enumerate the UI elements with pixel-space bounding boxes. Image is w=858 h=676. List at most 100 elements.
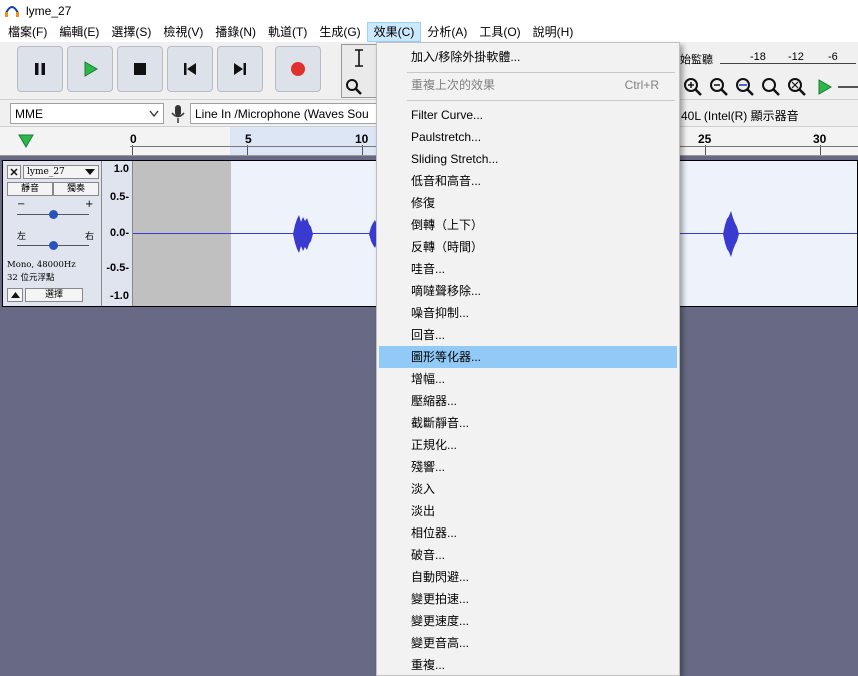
close-track-button[interactable] — [7, 165, 21, 179]
pin-playhead-icon[interactable] — [17, 133, 35, 149]
play-button[interactable] — [67, 46, 113, 92]
solo-button[interactable]: 獨奏 — [53, 182, 99, 196]
close-icon — [10, 168, 18, 176]
menu-item-compressor[interactable]: 壓縮器... — [379, 390, 677, 412]
menu-transport[interactable]: 播錄(N) — [209, 22, 262, 42]
speed-slider[interactable] — [838, 86, 858, 88]
menu-item-reverb[interactable]: 殘響... — [379, 456, 677, 478]
menu-item-click-removal[interactable]: 嘀噠聲移除... — [379, 280, 677, 302]
stop-icon — [134, 63, 146, 75]
skip-start-icon — [184, 63, 196, 75]
menu-item-fade-in[interactable]: 淡入 — [379, 478, 677, 500]
pause-button[interactable] — [17, 46, 63, 92]
menu-view[interactable]: 檢視(V) — [157, 22, 209, 42]
menu-tools[interactable]: 工具(O) — [473, 22, 526, 42]
fit-project-icon[interactable] — [761, 77, 781, 97]
meter-tick-6: -6 — [828, 51, 838, 63]
menu-item-distortion[interactable]: 破音... — [379, 544, 677, 566]
chevron-down-icon — [149, 110, 159, 118]
audio-host-select[interactable]: MME — [10, 103, 164, 124]
solo-label: 獨奏 — [66, 184, 85, 194]
menu-item-repeat[interactable]: 重複... — [379, 654, 677, 676]
triangle-up-icon — [10, 292, 20, 298]
track-info-bitdepth: 32 位元浮點 — [7, 273, 55, 283]
scale-label: -1.0 — [110, 290, 129, 302]
menu-item-phaser[interactable]: 相位器... — [379, 522, 677, 544]
zoom-out-icon[interactable] — [709, 77, 729, 97]
zoom-in-icon[interactable] — [683, 77, 703, 97]
menu-analyze[interactable]: 分析(A) — [421, 22, 473, 42]
menu-separator — [407, 100, 675, 101]
menu-item-paulstretch[interactable]: Paulstretch... — [379, 126, 677, 148]
menu-item-bass-treble[interactable]: 低音和高音... — [379, 170, 677, 192]
menu-item-wahwah[interactable]: 哇音... — [379, 258, 677, 280]
stop-button[interactable] — [117, 46, 163, 92]
menu-item-normalize[interactable]: 正規化... — [379, 434, 677, 456]
meter-tick-12: -12 — [788, 51, 804, 63]
menu-generate[interactable]: 生成(G) — [313, 22, 366, 42]
track-info-format: Mono, 48000Hz — [7, 260, 76, 270]
skip-to-end-button[interactable] — [217, 46, 263, 92]
menu-item-fade-out[interactable]: 淡出 — [379, 500, 677, 522]
meter-scale-line — [720, 63, 856, 64]
menu-item-invert[interactable]: 倒轉（上下） — [379, 214, 677, 236]
playback-device-value[interactable]: 40L (Intel(R) 顯示器音 — [681, 107, 799, 124]
menu-file[interactable]: 檔案(F) — [2, 22, 53, 42]
gain-minus-label: − — [17, 199, 26, 210]
menu-help[interactable]: 說明(H) — [527, 22, 580, 42]
menu-item-shortcut: Ctrl+R — [624, 78, 659, 92]
menu-item-repeat-last-effect[interactable]: 重複上次的效果 Ctrl+R — [379, 74, 677, 96]
track-control-panel: lyme_27 靜音 獨奏 − + 左 右 Mono, 48000Hz 32 位… — [3, 161, 102, 306]
track-name: lyme_27 — [27, 167, 65, 177]
menu-item-change-tempo[interactable]: 變更拍速... — [379, 588, 677, 610]
menu-item-auto-duck[interactable]: 自動閃避... — [379, 566, 677, 588]
zoom-meter-area: 始監聽 -18 -12 -6 — [678, 44, 858, 98]
menu-item-label: 重複上次的效果 — [411, 78, 496, 92]
zoom-tool-icon[interactable] — [345, 78, 363, 96]
fit-selection-icon[interactable] — [735, 77, 755, 97]
menu-item-reverse[interactable]: 反轉（時間） — [379, 236, 677, 258]
zoom-toggle-icon[interactable] — [787, 77, 807, 97]
menu-item-noise-reduction[interactable]: 噪音抑制... — [379, 302, 677, 324]
menu-item-truncate-silence[interactable]: 截斷靜音... — [379, 412, 677, 434]
scale-label: 1.0 — [113, 163, 129, 175]
skip-to-start-button[interactable] — [167, 46, 213, 92]
menu-item-amplify[interactable]: 增幅... — [379, 368, 677, 390]
menu-item-graphic-eq[interactable]: 圖形等化器... — [379, 346, 677, 368]
scale-label: 0.0- — [110, 227, 129, 239]
ruler-label-5: 5 — [245, 132, 252, 146]
menu-select[interactable]: 選擇(S) — [105, 22, 157, 42]
menu-tracks[interactable]: 軌道(T) — [262, 22, 313, 42]
menu-item-change-pitch[interactable]: 變更音高... — [379, 632, 677, 654]
pan-right-label: 右 — [85, 232, 95, 242]
recording-device-select[interactable]: Line In /Microphone (Waves Sou — [190, 103, 380, 124]
play-at-speed-icon[interactable] — [816, 78, 834, 96]
monitor-label[interactable]: 始監聽 — [680, 51, 713, 67]
menu-effect[interactable]: 效果(C) — [366, 22, 422, 42]
play-icon — [84, 61, 98, 77]
meter-tick-18: -18 — [750, 51, 766, 63]
ruler-label-0: 0 — [130, 132, 137, 146]
window-title: lyme_27 — [26, 4, 72, 18]
effects-dropdown-menu: 加入/移除外掛軟體... 重複上次的效果 Ctrl+R Filter Curve… — [376, 42, 680, 676]
collapse-track-button[interactable] — [7, 288, 23, 302]
menu-item-sliding-stretch[interactable]: Sliding Stretch... — [379, 148, 677, 170]
amplitude-scale[interactable]: 1.0 0.5- 0.0- -0.5- -1.0 — [102, 161, 133, 306]
select-track-button[interactable]: 選擇 — [25, 288, 83, 302]
mute-button[interactable]: 靜音 — [7, 182, 53, 196]
pan-slider-thumb[interactable] — [49, 241, 58, 250]
menu-item-filter-curve[interactable]: Filter Curve... — [379, 104, 677, 126]
selection-tool-icon[interactable] — [352, 49, 366, 67]
skip-end-icon — [234, 63, 246, 75]
menu-item-echo[interactable]: 回音... — [379, 324, 677, 346]
gain-slider-thumb[interactable] — [49, 210, 58, 219]
menu-item-add-remove-plugins[interactable]: 加入/移除外掛軟體... — [379, 46, 677, 68]
pause-icon — [35, 63, 45, 75]
gain-plus-label: + — [85, 199, 94, 210]
menu-item-change-speed[interactable]: 變更速度... — [379, 610, 677, 632]
audacity-logo-icon — [4, 3, 20, 19]
record-button[interactable] — [275, 46, 321, 92]
menu-item-repair[interactable]: 修復 — [379, 192, 677, 214]
track-name-menu[interactable]: lyme_27 — [23, 165, 99, 179]
menu-edit[interactable]: 編輯(E) — [53, 22, 105, 42]
